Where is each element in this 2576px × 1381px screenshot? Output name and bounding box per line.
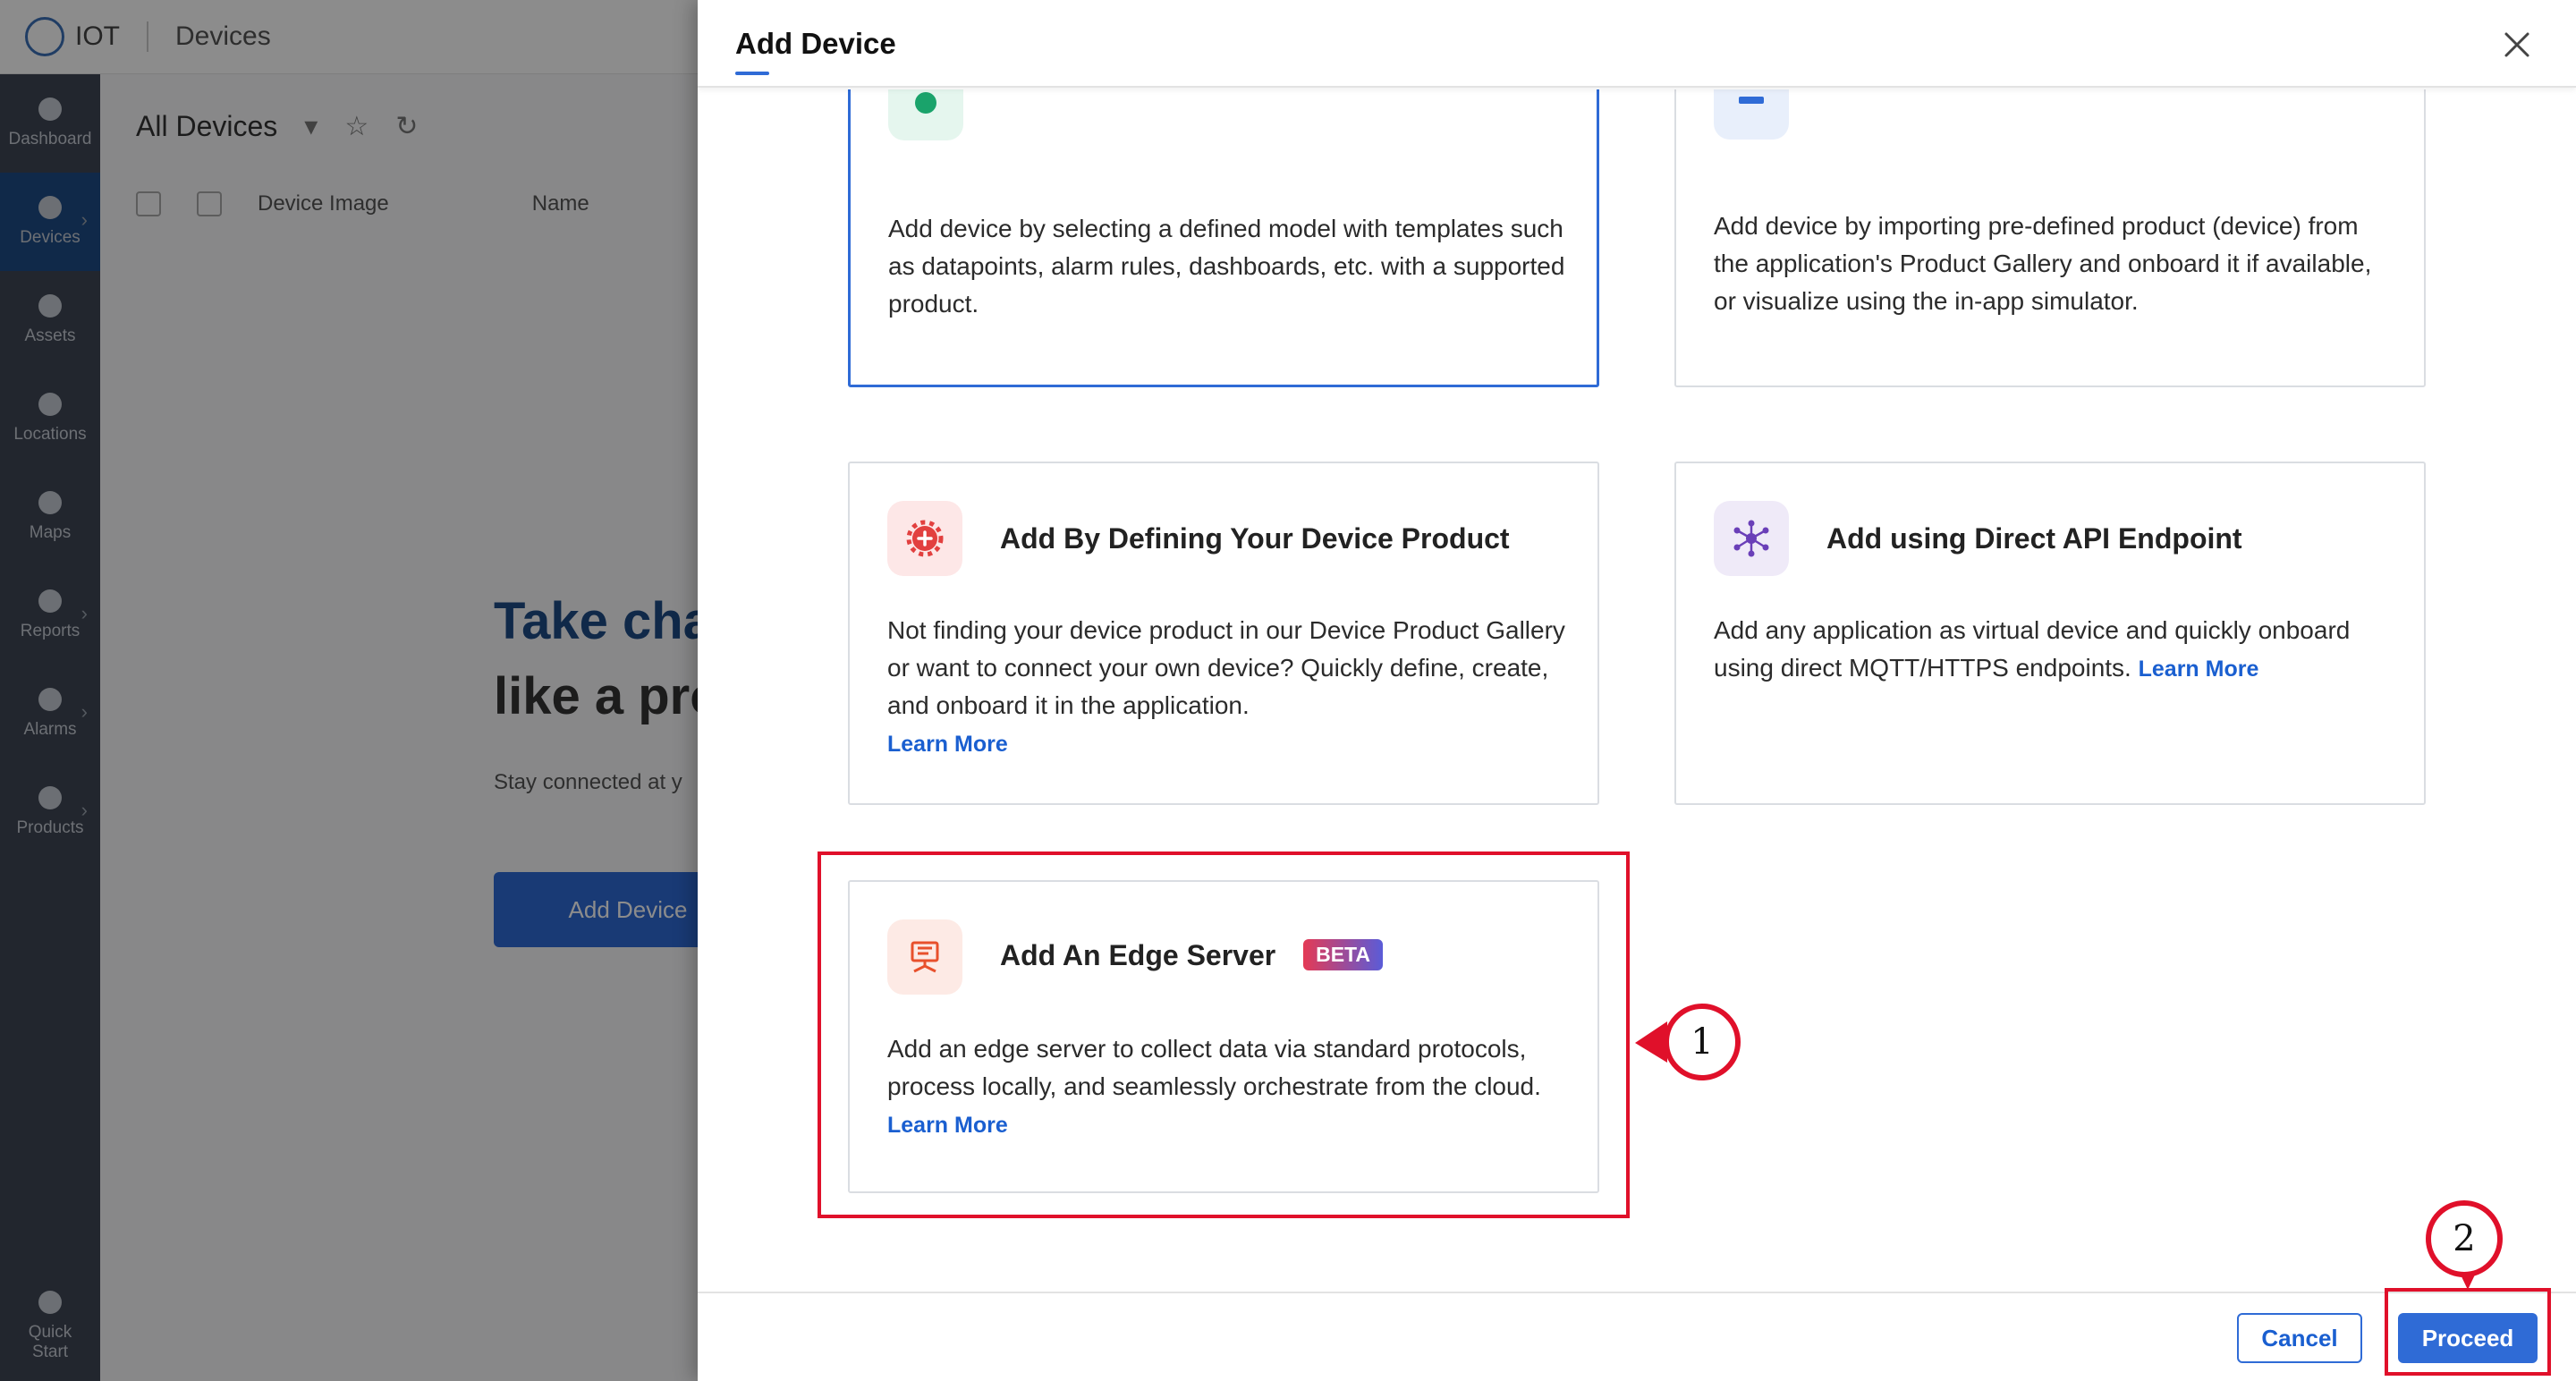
card-description: Add device by selecting a defined model … — [888, 215, 1565, 318]
card-add-by-model[interactable]: Add device by selecting a defined model … — [848, 89, 1599, 387]
highlight-box-proceed — [2385, 1288, 2551, 1376]
close-button[interactable] — [2497, 25, 2537, 64]
card-add-from-gallery[interactable]: Add device by importing pre-defined prod… — [1674, 89, 2426, 387]
card-define-device-product[interactable]: Add By Defining Your Device Product Not … — [848, 462, 1599, 805]
highlight-box-edge-server — [818, 851, 1630, 1218]
learn-more-link[interactable]: Learn More — [2139, 657, 2259, 682]
modal-backdrop[interactable] — [0, 0, 698, 1381]
card-title: Add By Defining Your Device Product — [1000, 522, 1510, 555]
gallery-icon — [1714, 89, 1789, 140]
model-icon — [888, 89, 963, 140]
drawer-footer: Cancel Proceed — [698, 1292, 2576, 1381]
card-direct-api-endpoint[interactable]: Add using Direct API Endpoint Add any ap… — [1674, 462, 2426, 805]
cancel-button[interactable]: Cancel — [2237, 1313, 2362, 1363]
card-description: Add device by importing pre-defined prod… — [1714, 212, 2372, 315]
gear-plus-icon — [887, 501, 962, 576]
card-title: Add using Direct API Endpoint — [1826, 522, 2242, 555]
drawer-header: Add Device — [698, 0, 2576, 88]
learn-more-link[interactable]: Learn More — [887, 732, 1008, 757]
card-description: Add any application as virtual device an… — [1714, 612, 2394, 688]
card-description-text: Not finding your device product in our D… — [887, 616, 1565, 719]
drawer-title: Add Device — [735, 27, 896, 60]
step-marker-1: 1 — [1664, 1004, 1741, 1080]
api-network-icon — [1714, 501, 1789, 576]
card-description: Not finding your device product in our D… — [887, 612, 1567, 763]
step-marker-2: 2 — [2426, 1200, 2503, 1277]
close-icon — [2504, 32, 2529, 57]
title-underline — [735, 72, 769, 75]
